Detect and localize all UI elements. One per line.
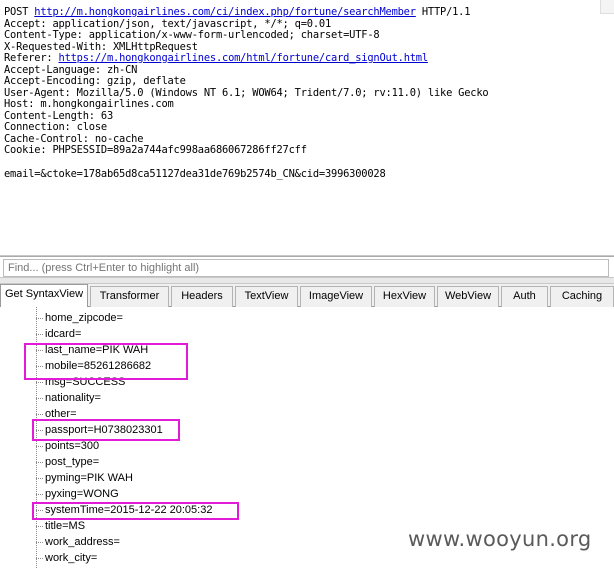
tree-item-passport[interactable]: passport=H0738023301 <box>36 422 336 438</box>
tab-get-syntaxview[interactable]: Get SyntaxView <box>0 284 88 308</box>
tab-headers[interactable]: Headers <box>171 286 233 307</box>
tree-item-title[interactable]: title=MS <box>36 518 336 534</box>
scroll-corner[interactable] <box>600 0 614 14</box>
request-url-link[interactable]: http://m.hongkongairlines.com/ci/index.p… <box>34 6 416 18</box>
request-line: POST http://m.hongkongairlines.com/ci/in… <box>4 6 614 19</box>
tree-item-label: last_name=PIK WAH <box>45 344 149 356</box>
request-body: email=&ctoke=178ab65d8ca51127dea31de769b… <box>4 167 386 180</box>
tab-auth[interactable]: Auth <box>501 286 548 307</box>
tree-item-label: idcard= <box>45 328 82 340</box>
tree-item-post-type[interactable]: post_type= <box>36 454 336 470</box>
tree-item-work-address[interactable]: work_address= <box>36 534 336 550</box>
tree-item-msg[interactable]: msg=SUCCESS <box>36 374 336 390</box>
tree-item-label: home_zipcode= <box>45 312 123 324</box>
tree-item-last-name[interactable]: last_name=PIK WAH <box>36 342 336 358</box>
request-method: POST <box>4 6 35 18</box>
tree-item-label: msg=SUCCESS <box>45 376 126 388</box>
tree-item-label: passport=H0738023301 <box>45 424 163 436</box>
raw-request-pane[interactable]: POST http://m.hongkongairlines.com/ci/in… <box>0 0 614 256</box>
tree-item-pyxing[interactable]: pyxing=WONG <box>36 486 336 502</box>
tree-item-label: points=300 <box>45 440 100 452</box>
tree-item-label: other= <box>45 408 77 420</box>
tree-item-points[interactable]: points=300 <box>36 438 336 454</box>
tree-item-nationality[interactable]: nationality= <box>36 390 336 406</box>
tree-item-label: systemTime=2015-12-22 20:05:32 <box>45 504 213 516</box>
tree-item-label: post_type= <box>45 456 100 468</box>
tree-item-work-city[interactable]: work_city= <box>36 550 336 566</box>
request-protocol: HTTP/1.1 <box>415 6 471 18</box>
header-cookie: Cookie: PHPSESSID=89a2a744afc998aa686067… <box>4 144 307 156</box>
tab-hexview[interactable]: HexView <box>374 286 435 307</box>
tree-item-home-zipcode[interactable]: home_zipcode= <box>36 310 336 326</box>
tree-item-systemtime[interactable]: systemTime=2015-12-22 20:05:32 <box>36 502 336 518</box>
tab-webview[interactable]: WebView <box>437 286 499 307</box>
tab-imageview[interactable]: ImageView <box>300 286 372 307</box>
tree-item-pyming[interactable]: pyming=PIK WAH <box>36 470 336 486</box>
tree-item-label: work_city= <box>45 552 98 564</box>
referer-label: Referer: <box>4 52 59 64</box>
header-referer: Referer: https://m.hongkongairlines.com/… <box>4 52 614 65</box>
tab-caching[interactable]: Caching <box>550 286 614 307</box>
find-input[interactable] <box>3 259 609 277</box>
header-host: Host: m.hongkongairlines.com <box>4 98 174 110</box>
find-bar <box>0 256 614 278</box>
tree-item-label: work_address= <box>45 536 120 548</box>
tree-item-other[interactable]: other= <box>36 406 336 422</box>
tree-item-label: pyming=PIK WAH <box>45 472 133 484</box>
tree-item-label: mobile=85261286682 <box>45 360 152 372</box>
tree-item-label: pyxing=WONG <box>45 488 119 500</box>
tree-item-idcard[interactable]: idcard= <box>36 326 336 342</box>
tree-item-label: nationality= <box>45 392 101 404</box>
referer-link[interactable]: https://m.hongkongairlines.com/html/fort… <box>59 52 429 64</box>
header-connection: Connection: close <box>4 121 107 133</box>
header-content-type: Content-Type: application/x-www-form-url… <box>4 29 380 41</box>
tab-transformer[interactable]: Transformer <box>90 286 169 307</box>
response-tab-strip: Get SyntaxView Transformer Headers TextV… <box>0 284 614 308</box>
watermark-text: www.wooyun.org <box>408 527 592 551</box>
tree-item-mobile[interactable]: mobile=85261286682 <box>36 358 336 374</box>
tab-textview[interactable]: TextView <box>235 286 298 307</box>
tree-item-label: title=MS <box>45 520 86 532</box>
header-accept-encoding: Accept-Encoding: gzip, deflate <box>4 75 186 87</box>
